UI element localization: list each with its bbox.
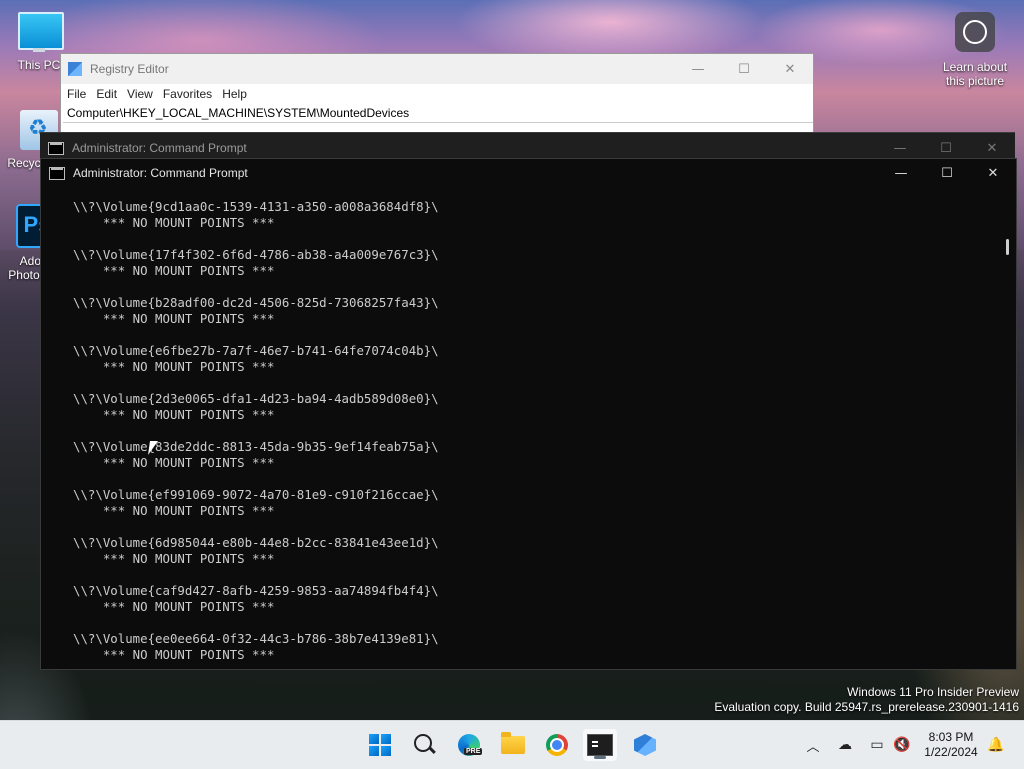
no-mount-points-text: *** NO MOUNT POINTS *** — [73, 263, 275, 278]
menu-bar: File Edit View Favorites Help — [61, 84, 813, 104]
command-prompt-icon — [49, 166, 65, 180]
monitor-stand-icon — [33, 48, 45, 52]
volume-path: \\?\Volume{2d3e0065-dfa1-4d23-ba94-4adb5… — [73, 391, 439, 406]
no-mount-points-text: *** NO MOUNT POINTS *** — [73, 311, 275, 326]
volume-path: \\?\Volume{e6fbe27b-7a7f-46e7-b741-64fe7… — [73, 343, 439, 358]
chrome-icon — [546, 734, 568, 756]
volume-path: \\?\Volume{caf9d427-8afb-4259-9853-aa748… — [73, 583, 439, 598]
registry-editor-icon — [68, 62, 82, 76]
title-bar[interactable]: Registry Editor — ☐ ✕ — [61, 54, 813, 84]
watermark-line-2: Evaluation copy. Build 25947.rs_prerelea… — [714, 700, 1019, 714]
title-bar[interactable]: Administrator: Command Prompt — ☐ ✕ — [41, 159, 1016, 187]
notification-bell-icon[interactable]: 🔔 — [986, 721, 1006, 769]
close-button[interactable]: ✕ — [970, 166, 1016, 181]
volume-entry: \\?\Volume{caf9d427-8afb-4259-9853-aa748… — [73, 567, 999, 615]
no-mount-points-text: *** NO MOUNT POINTS *** — [73, 215, 275, 230]
no-mount-points-text: *** NO MOUNT POINTS *** — [73, 407, 275, 422]
volume-entry: \\?\Volume{83de2ddc-8813-45da-9b35-9ef14… — [73, 423, 999, 471]
terminal-icon — [587, 734, 613, 756]
menu-help[interactable]: Help — [222, 87, 247, 101]
console-output[interactable]: \\?\Volume{9cd1aa0c-1539-4131-a350-a008a… — [41, 187, 999, 669]
minimize-button[interactable]: — — [877, 141, 923, 156]
volume-path: \\?\Volume{ee0ee664-0f32-44c3-b786-38b7e… — [73, 631, 439, 646]
learn-about-picture-icon[interactable] — [955, 12, 995, 52]
address-bar[interactable]: Computer\HKEY_LOCAL_MACHINE\SYSTEM\Mount… — [63, 104, 813, 123]
volume-entry: \\?\Volume{ef991069-9072-4a70-81e9-c910f… — [73, 471, 999, 519]
start-button[interactable] — [363, 729, 397, 761]
maximize-button[interactable]: ☐ — [721, 62, 767, 77]
taskbar: ︿ ☁ ▭ 🔇 8:03 PM 1/22/2024 🔔 — [0, 720, 1024, 769]
no-mount-points-text: *** NO MOUNT POINTS *** — [73, 455, 275, 470]
maximize-button[interactable]: ☐ — [924, 166, 970, 181]
chrome-button[interactable] — [540, 729, 574, 761]
terminal-button[interactable] — [583, 729, 617, 761]
vertical-scrollbar[interactable] — [1000, 187, 1016, 669]
close-button[interactable]: ✕ — [767, 62, 813, 77]
watermark-line-1: Windows 11 Pro Insider Preview — [847, 685, 1019, 699]
menu-favorites[interactable]: Favorites — [163, 87, 212, 101]
evaluation-watermark: Windows 11 Pro Insider Preview Evaluatio… — [714, 685, 1019, 715]
volume-entry: \\?\Volume{e6fbe27b-7a7f-46e7-b741-64fe7… — [73, 327, 999, 375]
regedit-icon — [634, 734, 656, 756]
active-indicator — [594, 756, 606, 759]
search-button[interactable] — [408, 729, 442, 761]
chevron-up-icon[interactable]: ︿ — [803, 721, 823, 769]
volume-path: \\?\Volume{17f4f302-6f6d-4786-ab38-a4a00… — [73, 247, 439, 262]
clock-time: 8:03 PM — [928, 730, 974, 744]
clock-date: 1/22/2024 — [924, 745, 978, 759]
edge-button[interactable] — [452, 729, 486, 761]
window-title: Registry Editor — [90, 62, 169, 76]
scrollbar-thumb[interactable] — [1006, 239, 1009, 255]
close-button[interactable]: ✕ — [969, 141, 1015, 156]
volume-muted-icon[interactable]: 🔇 — [892, 721, 912, 769]
volume-path: \\?\Volume{9cd1aa0c-1539-4131-a350-a008a… — [73, 199, 439, 214]
volume-path: \\?\Volume{b28adf00-dc2d-4506-825d-73068… — [73, 295, 439, 310]
volume-entry: \\?\Volume{b28adf00-dc2d-4506-825d-73068… — [73, 279, 999, 327]
minimize-button[interactable]: — — [675, 62, 721, 77]
volume-path: \\?\Volume{6d985044-e80b-44e8-b2cc-83841… — [73, 535, 439, 550]
volume-path: \\?\Volume{ef991069-9072-4a70-81e9-c910f… — [73, 487, 439, 502]
command-prompt-icon — [48, 141, 64, 155]
menu-view[interactable]: View — [127, 87, 153, 101]
edge-icon — [458, 734, 483, 756]
maximize-button[interactable]: ☐ — [923, 141, 969, 156]
no-mount-points-text: *** NO MOUNT POINTS *** — [73, 359, 275, 374]
file-explorer-icon — [501, 732, 525, 754]
network-icon[interactable]: ▭ — [866, 721, 888, 769]
volume-entry: \\?\Volume{9cd1aa0c-1539-4131-a350-a008a… — [73, 187, 999, 231]
no-mount-points-text: *** NO MOUNT POINTS *** — [73, 551, 275, 566]
volume-entry: \\?\Volume{2d3e0065-dfa1-4d23-ba94-4adb5… — [73, 375, 999, 423]
volume-path: \\?\Volume{83de2ddc-8813-45da-9b35-9ef14… — [73, 439, 439, 454]
no-mount-points-text: *** NO MOUNT POINTS *** — [73, 647, 275, 662]
search-icon — [414, 734, 432, 752]
file-explorer-button[interactable] — [496, 729, 530, 761]
volume-entry: \\?\Volume{17f4f302-6f6d-4786-ab38-a4a00… — [73, 231, 999, 279]
onedrive-icon[interactable]: ☁ — [834, 721, 856, 769]
window-title: Administrator: Command Prompt — [73, 166, 248, 180]
monitor-icon — [18, 12, 64, 50]
regedit-button[interactable] — [628, 729, 662, 761]
no-mount-points-text: *** NO MOUNT POINTS *** — [73, 503, 275, 518]
clock[interactable]: 8:03 PM 1/22/2024 — [916, 730, 986, 760]
learn-about-picture-label[interactable]: Learn about this picture — [935, 60, 1015, 88]
menu-edit[interactable]: Edit — [96, 87, 117, 101]
command-prompt-window[interactable]: Administrator: Command Prompt — ☐ ✕ \\?\… — [40, 158, 1017, 670]
windows-logo-icon — [369, 734, 391, 756]
no-mount-points-text: *** NO MOUNT POINTS *** — [73, 599, 275, 614]
minimize-button[interactable]: — — [878, 166, 924, 181]
window-title: Administrator: Command Prompt — [72, 141, 247, 155]
volume-entry: \\?\Volume{6d985044-e80b-44e8-b2cc-83841… — [73, 519, 999, 567]
volume-entry: \\?\Volume{ee0ee664-0f32-44c3-b786-38b7e… — [73, 615, 999, 663]
menu-file[interactable]: File — [67, 87, 86, 101]
